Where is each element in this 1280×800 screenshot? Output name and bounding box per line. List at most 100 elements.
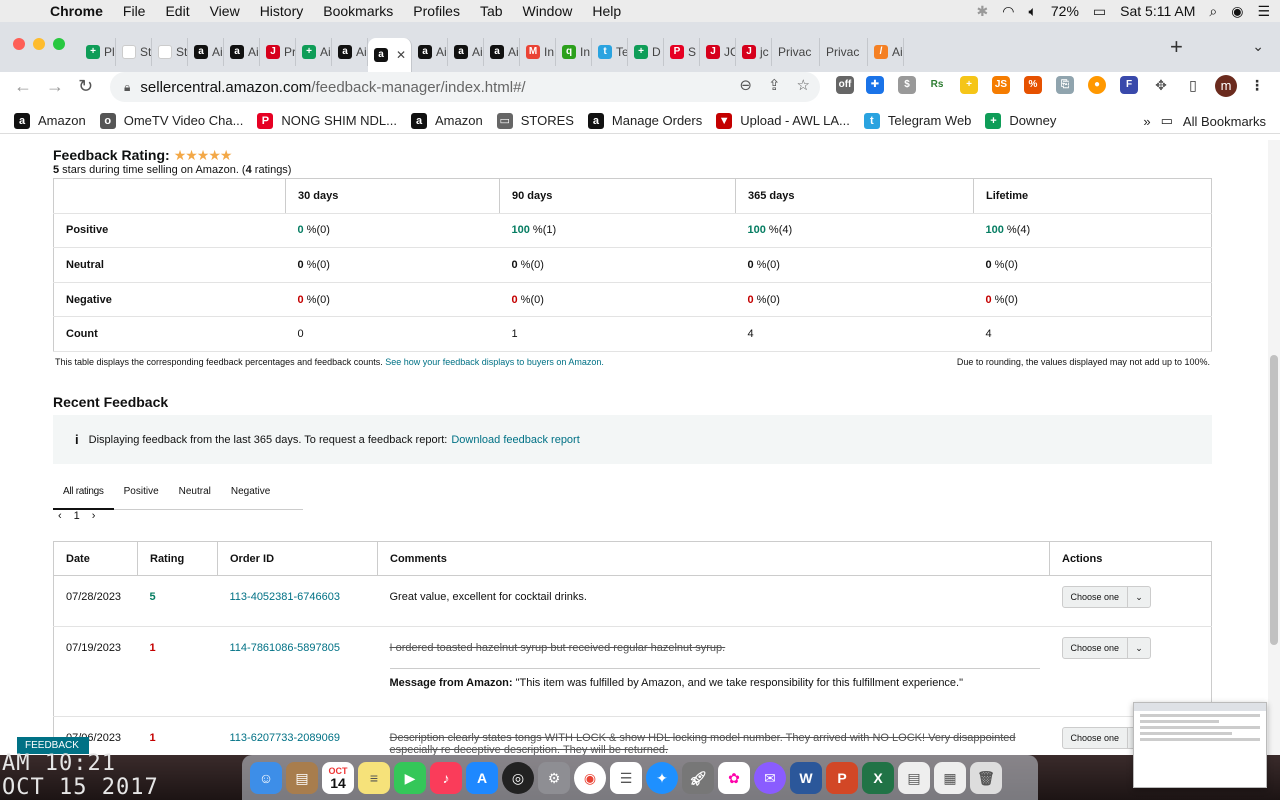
minimize-window-button[interactable]: [33, 38, 45, 50]
order-id-link[interactable]: 114-7861086-5897805: [217, 626, 378, 717]
tab-neutral[interactable]: Neutral: [169, 473, 221, 510]
menu-edit[interactable]: Edit: [155, 3, 199, 19]
zoom-icon[interactable]: ⊖: [739, 76, 752, 94]
menu-profiles[interactable]: Profiles: [403, 3, 470, 19]
control-center-icon[interactable]: ☰: [1257, 3, 1270, 20]
browser-tab[interactable]: M In: [520, 38, 556, 66]
siri-dock-icon[interactable]: ◎: [502, 761, 534, 794]
tab-all-ratings[interactable]: All ratings: [53, 473, 114, 510]
browser-tab[interactable]: Jjc: [736, 38, 772, 66]
browser-tab[interactable]: J JC: [700, 38, 736, 66]
extension-plus-icon[interactable]: +: [960, 76, 978, 94]
browser-tab[interactable]: St: [116, 38, 152, 66]
next-page-icon[interactable]: ›: [92, 510, 96, 522]
extension-link-icon[interactable]: ⎘: [1056, 76, 1074, 94]
photos-icon[interactable]: ✿: [718, 761, 750, 794]
menu-bookmarks[interactable]: Bookmarks: [313, 3, 403, 19]
new-tab-button[interactable]: +: [1170, 34, 1183, 60]
browser-tab[interactable]: St: [152, 38, 188, 66]
profile-avatar[interactable]: m: [1215, 75, 1237, 97]
browser-tab[interactable]: / Ai: [868, 38, 904, 66]
browser-tab[interactable]: + Ai: [296, 38, 332, 66]
browser-tab[interactable]: t Te: [592, 38, 628, 66]
bookmark-star-icon[interactable]: ☆: [797, 76, 810, 94]
menubar-clock[interactable]: Sat 5:11 AM: [1120, 3, 1195, 19]
extension-circle-icon[interactable]: ●: [1088, 76, 1106, 94]
music-icon[interactable]: ♪: [430, 761, 462, 794]
menu-tab[interactable]: Tab: [470, 3, 513, 19]
siri-icon[interactable]: ◉: [1231, 3, 1243, 20]
choose-action-dropdown[interactable]: Choose one ⌄: [1061, 637, 1152, 659]
app-store-icon[interactable]: A: [466, 761, 498, 794]
browser-tab[interactable]: J Pr: [260, 38, 296, 66]
browser-tab[interactable]: a Ai: [224, 38, 260, 66]
browser-tab[interactable]: a Ai: [412, 38, 448, 66]
buyer-display-link[interactable]: See how your feedback displays to buyers…: [385, 357, 604, 367]
bookmark-item[interactable]: + Downey: [985, 112, 1056, 129]
wifi-icon[interactable]: ◠: [1002, 3, 1014, 20]
bookmark-item[interactable]: a Amazon: [14, 112, 86, 129]
share-icon[interactable]: ⇪: [768, 76, 781, 94]
menu-help[interactable]: Help: [582, 3, 631, 19]
bookmark-item[interactable]: t Telegram Web: [863, 112, 971, 129]
battery-icon[interactable]: ▭: [1093, 3, 1106, 20]
side-panel-icon[interactable]: ▯: [1184, 76, 1202, 94]
download-report-link[interactable]: Download feedback report: [451, 434, 579, 446]
bookmarks-overflow-icon[interactable]: »: [1143, 114, 1150, 129]
excel-icon[interactable]: X: [862, 761, 894, 794]
browser-tab[interactable]: a Ai: [188, 38, 224, 66]
extension-f-icon[interactable]: F: [1120, 76, 1138, 94]
bluetooth-icon[interactable]: ✱: [977, 3, 989, 20]
bookmark-item[interactable]: P NONG SHIM NDL...: [257, 112, 397, 129]
browser-tab[interactable]: a Ai: [484, 38, 520, 66]
menu-app-name[interactable]: Chrome: [40, 3, 113, 19]
reload-button[interactable]: ↻: [78, 76, 93, 97]
screenshot-thumbnail[interactable]: [1133, 702, 1267, 788]
browser-tab[interactable]: a ✕: [368, 38, 412, 72]
bookmark-item[interactable]: o OmeTV Video Cha...: [99, 112, 243, 129]
finder-icon[interactable]: ☺: [250, 761, 282, 794]
scrollbar-thumb[interactable]: [1270, 355, 1278, 645]
browser-tab[interactable]: a Ai: [448, 38, 484, 66]
page-scrollbar[interactable]: [1268, 140, 1280, 755]
menu-view[interactable]: View: [200, 3, 250, 19]
spreadsheet-doc-icon[interactable]: ▦: [934, 761, 966, 794]
all-bookmarks-link[interactable]: All Bookmarks: [1183, 114, 1266, 129]
tab-search-icon[interactable]: ⌄: [1252, 38, 1264, 55]
tab-positive[interactable]: Positive: [114, 473, 169, 510]
close-window-button[interactable]: [13, 38, 25, 50]
document-icon[interactable]: ▤: [898, 761, 930, 794]
bookmark-item[interactable]: ▼ Upload - AWL LA...: [716, 112, 850, 129]
browser-tab[interactable]: + Pl: [80, 38, 116, 66]
browser-tab[interactable]: Privac: [820, 38, 868, 66]
chrome-menu-icon[interactable]: ⋮: [1248, 76, 1266, 94]
prev-page-icon[interactable]: ‹: [58, 510, 62, 522]
choose-action-dropdown[interactable]: Choose one ⌄: [1061, 586, 1152, 608]
extension-coupon-icon[interactable]: %: [1024, 76, 1042, 94]
word-icon[interactable]: W: [790, 761, 822, 794]
browser-tab[interactable]: PS: [664, 38, 700, 66]
notes-brown-icon[interactable]: ▤: [286, 761, 318, 794]
extensions-puzzle-icon[interactable]: ✥: [1152, 76, 1170, 94]
notes-icon[interactable]: ≡: [358, 761, 390, 794]
extension-rs-icon[interactable]: Rs: [928, 76, 946, 94]
reminders-icon[interactable]: ☰: [610, 761, 642, 794]
close-tab-icon[interactable]: ✕: [396, 48, 406, 62]
current-page[interactable]: 1: [74, 510, 80, 522]
bookmark-item[interactable]: a Manage Orders: [587, 112, 702, 129]
system-preferences-icon[interactable]: ⚙: [538, 761, 570, 794]
maximize-window-button[interactable]: [53, 38, 65, 50]
menu-window[interactable]: Window: [513, 3, 583, 19]
tab-negative[interactable]: Negative: [221, 473, 280, 510]
extension-globe-icon[interactable]: ✚: [866, 76, 884, 94]
messenger-icon[interactable]: ✉: [754, 761, 786, 794]
extension-js-icon[interactable]: JS: [992, 76, 1010, 94]
extension-cash-icon[interactable]: $: [898, 76, 916, 94]
order-id-link[interactable]: 113-6207733-2089069: [217, 716, 378, 755]
volume-icon[interactable]: 🔈︎: [1028, 3, 1036, 20]
forward-button[interactable]: →: [46, 76, 64, 97]
bookmark-item[interactable]: a Amazon: [411, 112, 483, 129]
extension-off-icon[interactable]: off: [836, 76, 854, 94]
menu-file[interactable]: File: [113, 3, 156, 19]
chrome-icon[interactable]: ◉: [574, 761, 606, 794]
